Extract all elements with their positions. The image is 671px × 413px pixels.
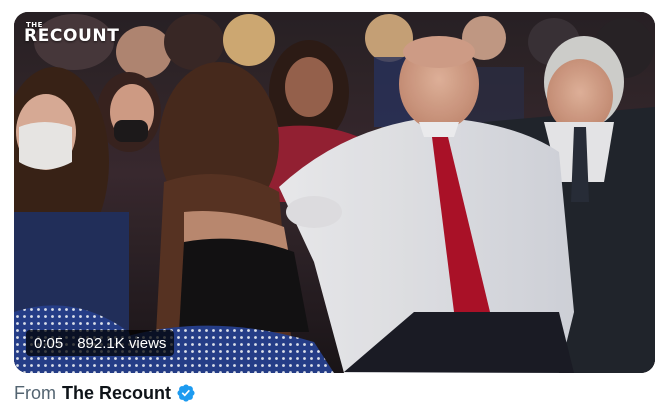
the-recount-watermark: THE RECOUNT: [24, 22, 119, 45]
view-count: 892.1K views: [77, 334, 167, 352]
video-frame: [14, 12, 655, 373]
verified-badge-icon: [177, 384, 195, 402]
video-stats-overlay: 0:05 892.1K views: [26, 330, 175, 356]
watermark-big-text: RECOUNT: [24, 26, 120, 46]
elapsed-time: 0:05: [34, 334, 64, 352]
source-account-link[interactable]: The Recount: [62, 383, 171, 404]
media-source-attribution: From The Recount: [14, 381, 196, 405]
tweet-media-embed: THE RECOUNT 0:05 892.1K views From The R…: [0, 0, 671, 413]
source-prefix: From: [14, 382, 56, 403]
video-player[interactable]: THE RECOUNT 0:05 892.1K views: [14, 12, 655, 373]
